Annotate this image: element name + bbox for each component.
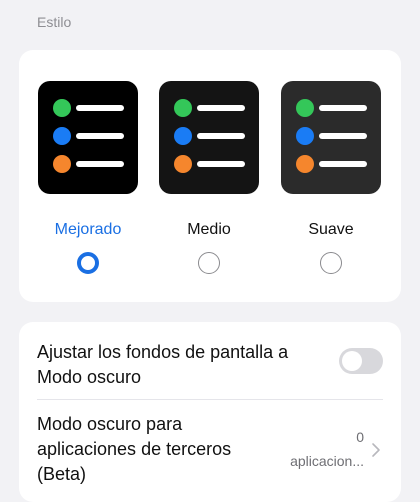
chevron-right-icon[interactable] [370, 442, 382, 458]
blue-dot-icon [296, 127, 314, 145]
line-bar [319, 105, 367, 111]
blue-dot-icon [53, 127, 71, 145]
theme-preview-enhanced[interactable] [38, 81, 138, 194]
theme-label-soft: Suave [308, 221, 354, 238]
radio-enhanced[interactable] [77, 252, 99, 274]
settings-card: Ajustar los fondos de pantalla a Modo os… [19, 322, 401, 502]
green-dot-icon [53, 99, 71, 117]
section-label-style: Estilo [37, 14, 72, 30]
radio-medium[interactable] [198, 252, 220, 274]
third-party-app-count: 0 [356, 429, 364, 445]
orange-dot-icon [174, 155, 192, 173]
line-bar [319, 161, 367, 167]
third-party-app-unit: aplicacion... [290, 453, 364, 469]
theme-preview-medium[interactable] [159, 81, 259, 194]
wallpaper-dark-mode-toggle[interactable] [339, 348, 383, 374]
orange-dot-icon [53, 155, 71, 173]
style-card: Mejorado Medio Suave [19, 50, 401, 302]
line-bar [319, 133, 367, 139]
line-bar [197, 161, 245, 167]
theme-option-enhanced[interactable]: Mejorado [38, 50, 138, 302]
radio-soft[interactable] [320, 252, 342, 274]
wallpaper-dark-mode-label: Ajustar los fondos de pantalla a Modo os… [37, 342, 289, 387]
theme-label-enhanced: Mejorado [54, 221, 122, 238]
line-bar [76, 105, 124, 111]
theme-preview-soft[interactable] [281, 81, 381, 194]
theme-label-medium: Medio [187, 221, 231, 238]
line-bar [197, 105, 245, 111]
theme-option-medium[interactable]: Medio [159, 50, 259, 302]
theme-option-soft[interactable]: Suave [281, 50, 381, 302]
line-bar [76, 161, 124, 167]
toggle-knob [342, 351, 362, 371]
line-bar [197, 133, 245, 139]
line-bar [76, 133, 124, 139]
green-dot-icon [296, 99, 314, 117]
orange-dot-icon [296, 155, 314, 173]
blue-dot-icon [174, 127, 192, 145]
third-party-dark-mode-label[interactable]: Modo oscuro para aplicaciones de tercero… [37, 412, 267, 487]
divider [37, 399, 383, 400]
green-dot-icon [174, 99, 192, 117]
